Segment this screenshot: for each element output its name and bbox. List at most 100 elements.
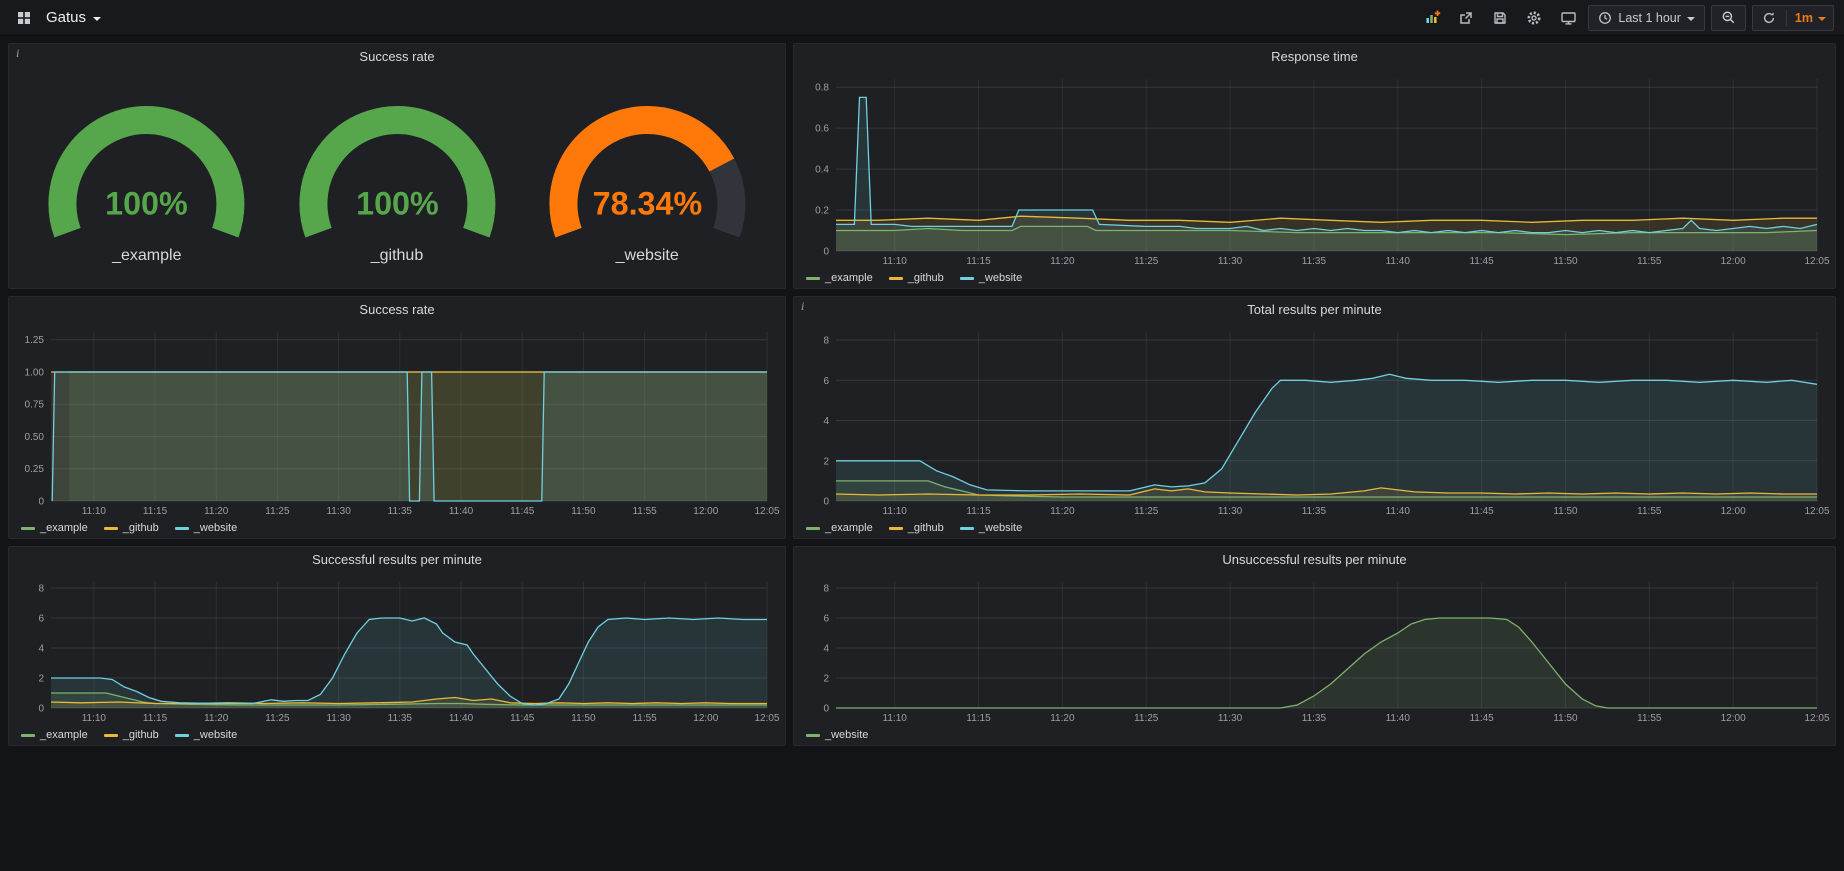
x-tick-label: 12:00 [1721, 256, 1746, 267]
y-tick-label: 4 [823, 644, 829, 655]
gauge-_website: 78.34%_website [529, 92, 766, 265]
legend-item-_github[interactable]: _github [104, 729, 159, 741]
panel-title[interactable]: Successful results per minute [9, 547, 785, 572]
x-tick-label: 12:05 [1804, 506, 1829, 517]
refresh-interval-label: 1m [1795, 11, 1813, 25]
series-fill-_website [51, 618, 767, 708]
y-tick-label: 6 [823, 614, 829, 625]
legend-item-_example[interactable]: _example [21, 729, 88, 741]
add-panel-button[interactable] [1418, 5, 1446, 31]
save-dashboard-button[interactable] [1486, 5, 1514, 31]
total-results-plot: 11:1011:1511:2011:2511:3011:3511:4011:45… [794, 322, 1835, 518]
panel-info-icon[interactable]: i [801, 299, 804, 314]
x-tick-label: 11:20 [1050, 713, 1075, 724]
series-fill-_website [836, 374, 1817, 501]
panel-title[interactable]: Unsuccessful results per minute [794, 547, 1835, 572]
legend-item-_website[interactable]: _website [175, 729, 237, 741]
legend-label: _website [194, 729, 237, 741]
x-tick-label: 11:10 [82, 713, 107, 724]
gauge-arc: 100% [28, 92, 265, 251]
add-panel-icon [1424, 9, 1441, 26]
x-tick-label: 11:40 [449, 713, 474, 724]
x-tick-label: 11:35 [388, 713, 413, 724]
x-tick-label: 11:45 [510, 506, 535, 517]
x-tick-label: 11:25 [265, 713, 290, 724]
zoom-out-button[interactable] [1711, 5, 1746, 31]
x-tick-label: 11:15 [143, 506, 168, 517]
x-tick-label: 11:10 [82, 506, 107, 517]
legend-item-_example[interactable]: _example [21, 522, 88, 534]
legend-item-_example[interactable]: _example [806, 272, 873, 284]
panel-title-text: Unsuccessful results per minute [1222, 552, 1406, 567]
x-tick-label: 12:05 [754, 506, 779, 517]
legend-swatch [175, 527, 189, 530]
x-tick-label: 11:25 [265, 506, 290, 517]
x-tick-label: 11:20 [204, 506, 229, 517]
y-tick-label: 0.6 [815, 124, 829, 135]
legend-swatch [21, 527, 35, 530]
time-range-label: Last 1 hour [1618, 11, 1681, 25]
panel-info-icon[interactable]: i [16, 46, 19, 61]
gauge-value: 78.34% [592, 186, 702, 222]
legend-swatch [21, 734, 35, 737]
panel-title-text: Successful results per minute [312, 552, 482, 567]
x-tick-label: 11:15 [143, 713, 168, 724]
y-tick-label: 0.2 [815, 206, 829, 217]
legend-label: _example [825, 272, 873, 284]
legend-item-_website[interactable]: _website [960, 522, 1022, 534]
legend-item-_example[interactable]: _example [806, 522, 873, 534]
x-tick-label: 11:30 [1218, 256, 1243, 267]
share-dashboard-button[interactable] [1452, 5, 1480, 31]
cycle-view-button[interactable] [1554, 5, 1582, 31]
legend-item-_website[interactable]: _website [960, 272, 1022, 284]
x-tick-label: 11:55 [632, 713, 657, 724]
gauge-arc: 100% [279, 92, 516, 251]
divider [1786, 10, 1787, 26]
successful-results-plot: 11:1011:1511:2011:2511:3011:3511:4011:45… [9, 572, 785, 725]
success-rate-ts-plot: 11:1011:1511:2011:2511:3011:3511:4011:45… [9, 322, 785, 518]
y-tick-label: 6 [38, 614, 44, 625]
legend-item-_website[interactable]: _website [175, 522, 237, 534]
x-tick-label: 11:25 [1134, 713, 1159, 724]
legend-swatch [889, 527, 903, 530]
caret-down-icon [1818, 17, 1826, 21]
gauge-arc: 78.34% [529, 92, 766, 251]
dashboard-title[interactable]: Gatus [46, 9, 101, 26]
legend-label: _github [908, 272, 944, 284]
legend-item-_website[interactable]: _website [806, 729, 868, 741]
x-tick-label: 11:40 [449, 506, 474, 517]
refresh-button[interactable] [1760, 7, 1778, 29]
x-tick-label: 12:00 [693, 713, 718, 724]
dashboard-settings-button[interactable] [1520, 5, 1548, 31]
panel-title[interactable]: Success rate [9, 297, 785, 322]
panel-title[interactable]: Success rate [9, 44, 785, 69]
panel-title[interactable]: Response time [794, 44, 1835, 69]
x-tick-label: 11:55 [1637, 713, 1662, 724]
x-tick-label: 11:35 [1302, 713, 1327, 724]
y-tick-label: 2 [823, 456, 829, 467]
legend-item-_github[interactable]: _github [104, 522, 159, 534]
y-tick-label: 4 [823, 416, 829, 427]
dashboard-picker-button[interactable] [10, 5, 38, 31]
refresh-interval-dropdown[interactable]: 1m [1795, 11, 1826, 25]
x-tick-label: 11:35 [1302, 256, 1327, 267]
panel-unsuccessful-results-per-minute: Unsuccessful results per minute 11:1011:… [793, 546, 1836, 746]
navbar: Gatus [0, 0, 1844, 36]
y-tick-label: 0 [823, 247, 829, 258]
y-tick-label: 0 [38, 497, 44, 508]
y-tick-label: 0.4 [815, 165, 829, 176]
x-tick-label: 12:05 [1804, 713, 1829, 724]
panel-title[interactable]: Total results per minute [794, 297, 1835, 322]
x-tick-label: 11:30 [326, 506, 351, 517]
caret-down-icon [93, 17, 101, 21]
gauge-label: _github [279, 247, 516, 265]
legend-label: _website [979, 522, 1022, 534]
legend-item-_github[interactable]: _github [889, 522, 944, 534]
gauge-value: 100% [106, 186, 189, 222]
y-tick-label: 8 [38, 584, 44, 595]
time-range-button[interactable]: Last 1 hour [1588, 5, 1705, 31]
gauge-_example: 100%_example [28, 92, 265, 265]
y-tick-label: 1.25 [25, 335, 45, 346]
legend-item-_github[interactable]: _github [889, 272, 944, 284]
x-tick-label: 11:40 [1386, 256, 1411, 267]
